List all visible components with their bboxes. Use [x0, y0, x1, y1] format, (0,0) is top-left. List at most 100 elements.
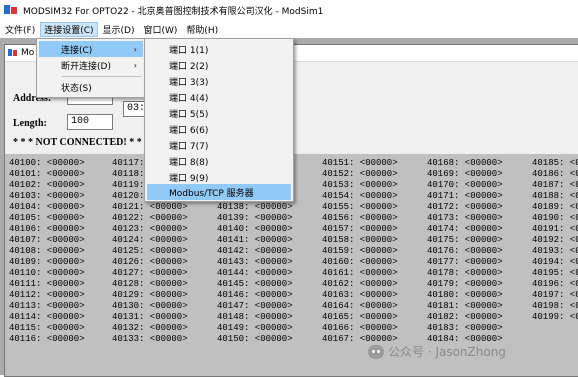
register-cell[interactable]: 40117: — [112, 158, 144, 169]
register-cell[interactable]: 40102: <00000> — [9, 180, 85, 191]
register-cell[interactable]: 40120: — [112, 191, 144, 202]
register-cell[interactable]: 40161: <00000> — [322, 268, 398, 279]
register-cell[interactable]: 40123: <00000> — [112, 224, 188, 235]
register-cell[interactable]: 40145: <00000> — [217, 279, 293, 290]
menu-item-disconnect[interactable]: 断开连接(D) › — [39, 57, 143, 73]
register-cell[interactable]: 40160: <00000> — [322, 257, 398, 268]
register-cell[interactable]: 40189: <0 — [532, 202, 578, 213]
register-cell[interactable]: 40126: <00000> — [112, 257, 188, 268]
register-cell[interactable]: 40165: <00000> — [322, 312, 398, 323]
register-cell[interactable]: 40146: <00000> — [217, 290, 293, 301]
menu-window[interactable]: 窗口(W) — [139, 22, 181, 37]
register-cell[interactable]: 40157: <00000> — [322, 224, 398, 235]
register-cell[interactable]: 40142: <00000> — [217, 246, 293, 257]
register-cell[interactable]: 40196: <0 — [532, 279, 578, 290]
register-cell[interactable]: 40159: <00000> — [322, 246, 398, 257]
register-cell[interactable]: 40168: <00000> — [427, 158, 503, 169]
register-cell[interactable]: 40180: <00000> — [427, 290, 503, 301]
register-cell[interactable]: 40132: <00000> — [112, 323, 188, 334]
register-cell[interactable]: 40124: <00000> — [112, 235, 188, 246]
menu-item-connect[interactable]: 连接(C) › — [39, 41, 143, 57]
menu-file[interactable]: 文件(F) — [1, 22, 39, 37]
register-cell[interactable]: 40116: <00000> — [9, 334, 85, 345]
register-cell[interactable]: 40187: <0 — [532, 180, 578, 191]
register-cell[interactable]: 40151: <00000> — [322, 158, 398, 169]
menu-item-port-8[interactable]: 端口 8(8) — [147, 153, 291, 169]
register-cell[interactable]: 40110: <00000> — [9, 268, 85, 279]
register-cell[interactable]: 40182: <00000> — [427, 312, 503, 323]
menu-item-status[interactable]: 状态(S) — [39, 79, 143, 95]
register-cell[interactable]: 40197: <0 — [532, 290, 578, 301]
register-cell[interactable]: 40113: <00000> — [9, 301, 85, 312]
menu-item-port-6[interactable]: 端口 6(6) — [147, 121, 291, 137]
register-cell[interactable]: 40177: <00000> — [427, 257, 503, 268]
register-cell[interactable]: 40174: <00000> — [427, 224, 503, 235]
register-cell[interactable]: 40133: <00000> — [112, 334, 188, 345]
register-cell[interactable]: 40188: <0 — [532, 191, 578, 202]
register-cell[interactable]: 40106: <00000> — [9, 224, 85, 235]
register-cell[interactable]: 40103: <00000> — [9, 191, 85, 202]
register-cell[interactable]: 40191: <0 — [532, 224, 578, 235]
register-cell[interactable]: 40100: <00000> — [9, 158, 85, 169]
register-cell[interactable]: 40141: <00000> — [217, 235, 293, 246]
menu-help[interactable]: 帮助(H) — [182, 22, 222, 37]
register-cell[interactable]: 40111: <00000> — [9, 279, 85, 290]
register-cell[interactable]: 40178: <00000> — [427, 268, 503, 279]
register-cell[interactable]: 40140: <00000> — [217, 224, 293, 235]
register-cell[interactable]: 40179: <00000> — [427, 279, 503, 290]
register-cell[interactable]: 40144: <00000> — [217, 268, 293, 279]
menu-item-port-5[interactable]: 端口 5(5) — [147, 105, 291, 121]
register-cell[interactable]: 40163: <00000> — [322, 290, 398, 301]
register-cell[interactable]: 40190: <0 — [532, 213, 578, 224]
menu-item-port-9[interactable]: 端口 9(9) — [147, 169, 291, 185]
register-cell[interactable]: 40175: <00000> — [427, 235, 503, 246]
register-cell[interactable]: 40148: <00000> — [217, 312, 293, 323]
register-cell[interactable]: 40183: <00000> — [427, 323, 503, 334]
menu-connection-settings[interactable]: 连接设置(C) — [40, 21, 98, 37]
menu-item-port-1[interactable]: 端口 1(1) — [147, 41, 291, 57]
register-cell[interactable]: 40195: <0 — [532, 268, 578, 279]
register-cell[interactable]: 40169: <00000> — [427, 169, 503, 180]
register-cell[interactable]: 40185: <0 — [532, 158, 578, 169]
register-cell[interactable]: 40121: <00000> — [112, 202, 188, 213]
menu-item-port-7[interactable]: 端口 7(7) — [147, 137, 291, 153]
register-cell[interactable]: 40130: <00000> — [112, 301, 188, 312]
register-cell[interactable]: 40162: <00000> — [322, 279, 398, 290]
register-cell[interactable]: 40186: <0 — [532, 169, 578, 180]
register-cell[interactable]: 40104: <00000> — [9, 202, 85, 213]
register-cell[interactable]: 40198: <0 — [532, 301, 578, 312]
register-cell[interactable]: 40112: <00000> — [9, 290, 85, 301]
register-cell[interactable]: 40128: <00000> — [112, 279, 188, 290]
register-cell[interactable]: 40176: <00000> — [427, 246, 503, 257]
register-cell[interactable]: 40138: <00000> — [217, 202, 293, 213]
register-cell[interactable]: 40125: <00000> — [112, 246, 188, 257]
register-cell[interactable]: 40173: <00000> — [427, 213, 503, 224]
register-cell[interactable]: 40158: <00000> — [322, 235, 398, 246]
register-cell[interactable]: 40127: <00000> — [112, 268, 188, 279]
register-cell[interactable]: 40105: <00000> — [9, 213, 85, 224]
register-cell[interactable]: 40107: <00000> — [9, 235, 85, 246]
register-cell[interactable]: 40150: <00000> — [217, 334, 293, 345]
register-cell[interactable]: 40194: <0 — [532, 257, 578, 268]
register-cell[interactable]: 40109: <00000> — [9, 257, 85, 268]
register-cell[interactable]: 40139: <00000> — [217, 213, 293, 224]
register-cell[interactable]: 40129: <00000> — [112, 290, 188, 301]
register-cell[interactable]: 40115: <00000> — [9, 323, 85, 334]
register-cell[interactable]: 40170: <00000> — [427, 180, 503, 191]
register-cell[interactable]: 40149: <00000> — [217, 323, 293, 334]
register-cell[interactable]: 40171: <00000> — [427, 191, 503, 202]
menu-display[interactable]: 显示(D) — [99, 22, 139, 37]
register-cell[interactable]: 40154: <00000> — [322, 191, 398, 202]
register-cell[interactable]: 40155: <00000> — [322, 202, 398, 213]
register-cell[interactable]: 40199: <0 — [532, 312, 578, 323]
register-cell[interactable]: 40193: <0 — [532, 246, 578, 257]
register-cell[interactable]: 40181: <00000> — [427, 301, 503, 312]
register-cell[interactable]: 40147: <00000> — [217, 301, 293, 312]
length-input[interactable]: 100 — [67, 114, 113, 130]
menu-item-port-2[interactable]: 端口 2(2) — [147, 57, 291, 73]
menu-item-modbus-tcp-server[interactable]: Modbus/TCP 服务器 — [147, 184, 291, 200]
register-cell[interactable]: 40152: <00000> — [322, 169, 398, 180]
register-cell[interactable]: 40119: — [112, 180, 144, 191]
menu-item-port-3[interactable]: 端口 3(3) — [147, 73, 291, 89]
register-cell[interactable]: 40122: <00000> — [112, 213, 188, 224]
